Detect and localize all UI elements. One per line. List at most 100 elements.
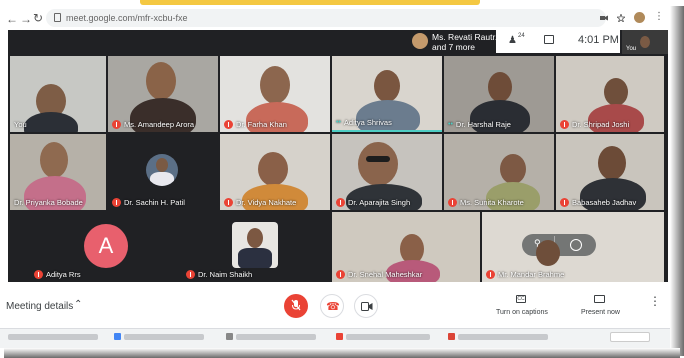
more-options-icon[interactable]: ⋮ — [649, 295, 661, 307]
participant-letter-avatar: A — [84, 224, 128, 268]
participant-tile[interactable]: Babasaheb Jadhav — [556, 134, 664, 210]
participant-name: •• Aditya Shrivas — [336, 118, 392, 127]
speaking-icon: •• — [448, 121, 453, 128]
captions-icon[interactable]: CC — [516, 295, 526, 303]
mic-muted-icon — [486, 270, 495, 279]
participant-body — [356, 100, 420, 130]
remove-icon[interactable] — [570, 239, 582, 251]
captions-button-label[interactable]: Turn on captions — [496, 309, 548, 316]
participant-head — [374, 70, 400, 102]
participant-tile[interactable]: Dr. Snehal Maheshkar — [332, 212, 480, 282]
tab-placeholder[interactable] — [236, 334, 316, 340]
presenter-name: Ms. Revati Rautr... — [432, 32, 502, 42]
mic-muted-icon — [560, 198, 569, 207]
mic-muted-icon — [224, 198, 233, 207]
participant-tile[interactable]: Ms. Sunita Kharote — [444, 134, 554, 210]
participant-photo — [232, 222, 278, 268]
mic-muted-icon — [186, 270, 195, 279]
participant-name: Dr. Snehal Maheshkar — [336, 270, 422, 279]
star-icon[interactable] — [617, 14, 625, 22]
mic-muted-icon — [560, 120, 569, 129]
meeting-details-label[interactable]: Meeting details — [6, 301, 73, 312]
participant-tile[interactable]: •• Aditya Shrivas — [332, 56, 442, 132]
url-text[interactable]: meet.google.com/mfr-xcbu-fxe — [66, 13, 188, 23]
meeting-clock: 4:01 PM — [578, 34, 619, 46]
participant-name: Mr. Mandar Brahme — [486, 270, 564, 279]
participant-tile[interactable]: Dr. Priyanka Bobade — [10, 134, 106, 210]
frame-shadow-bottom — [4, 348, 680, 358]
tab-placeholder[interactable] — [8, 334, 98, 340]
tab-placeholder[interactable] — [610, 332, 650, 342]
tab-placeholder[interactable] — [346, 334, 430, 340]
participant-head — [604, 78, 628, 106]
self-preview-person — [640, 36, 650, 48]
presenter-label: Ms. Revati Rautr... and 7 more — [432, 32, 502, 52]
participant-head — [500, 154, 526, 184]
tab-placeholder[interactable] — [458, 334, 548, 340]
participant-tile[interactable]: Dr. Vidya Nakhate — [220, 134, 330, 210]
participant-tile[interactable]: •• Dr. Harshal Raje — [444, 56, 554, 132]
participant-tile[interactable]: You — [10, 56, 106, 132]
participant-name: •• Dr. Harshal Raje — [448, 120, 511, 129]
participant-name: You — [14, 120, 27, 129]
people-count[interactable]: 24 — [518, 33, 525, 39]
profile-avatar[interactable] — [634, 12, 645, 23]
participant-head — [146, 62, 176, 100]
mic-muted-icon — [112, 120, 121, 129]
participant-name: Aditya Rrs — [34, 270, 81, 279]
tab-favicon — [448, 333, 455, 340]
participant-tile[interactable]: Dr. Naim Shaikh — [182, 212, 328, 282]
reload-icon[interactable]: ↻ — [33, 11, 43, 25]
arrow-left-icon[interactable]: ← — [6, 12, 18, 26]
arrow-right-icon[interactable]: → — [20, 12, 32, 26]
camera-indicator-icon[interactable] — [600, 14, 608, 22]
participant-name: Dr. Naim Shaikh — [186, 270, 252, 279]
participant-tile[interactable]: A Aditya Rrs — [30, 212, 180, 282]
mic-muted-icon — [224, 120, 233, 129]
glasses-shape — [366, 156, 390, 162]
participant-tile[interactable]: ⚲ Mr. Mandar Brahme — [482, 212, 664, 282]
mic-muted-icon — [336, 198, 345, 207]
participant-head — [488, 72, 512, 102]
camera-icon — [361, 302, 373, 311]
present-now-label[interactable]: Present now — [581, 309, 620, 316]
participant-tile[interactable]: Dr. Sachin H. Patil — [108, 134, 218, 210]
participant-name: Ms. Amandeep Arora — [112, 120, 194, 129]
lock-icon[interactable] — [54, 13, 61, 22]
participant-head — [598, 146, 626, 180]
mic-muted-icon — [448, 198, 457, 207]
active-tab-indicator — [140, 0, 480, 5]
participant-name: Dr. Aparajita Singh — [336, 198, 410, 207]
participant-head — [258, 152, 288, 186]
participant-photo-avatar — [146, 154, 178, 186]
participant-name: Ms. Sunita Kharote — [448, 198, 524, 207]
participant-tile[interactable]: Dr. Shripad Joshi — [556, 56, 664, 132]
tab-favicon — [336, 333, 343, 340]
participant-tile[interactable]: Dr. Farha Khan — [220, 56, 330, 132]
leave-call-button[interactable]: ☎ — [320, 294, 344, 318]
participant-name: Dr. Vidya Nakhate — [224, 198, 296, 207]
chevron-up-icon[interactable]: ⌃ — [74, 299, 82, 310]
participant-name: Babasaheb Jadhav — [560, 198, 636, 207]
browser-menu-icon[interactable]: ⋮ — [654, 11, 664, 22]
tab-placeholder[interactable] — [124, 334, 204, 340]
chat-icon[interactable] — [544, 35, 554, 44]
presenter-more: and 7 more — [432, 42, 475, 52]
mic-toggle-button[interactable] — [284, 294, 308, 318]
participant-name: Dr. Sachin H. Patil — [112, 198, 185, 207]
participant-tile[interactable]: Dr. Aparajita Singh — [332, 134, 442, 210]
tabs-strip — [0, 328, 670, 348]
presenter-avatar — [412, 33, 428, 49]
participant-head — [40, 142, 68, 178]
mic-muted-icon — [112, 198, 121, 207]
participant-name: Dr. Farha Khan — [224, 120, 287, 129]
participant-tile[interactable]: Ms. Amandeep Arora — [108, 56, 218, 132]
present-screen-icon[interactable] — [594, 295, 605, 303]
participant-name: Dr. Shripad Joshi — [560, 120, 629, 129]
frame-shadow-right — [670, 6, 684, 356]
camera-toggle-button[interactable] — [354, 294, 378, 318]
mic-off-icon — [291, 299, 301, 311]
speaking-icon: •• — [336, 119, 341, 126]
participant-head — [260, 66, 290, 104]
people-icon[interactable]: ♟ — [508, 35, 517, 46]
